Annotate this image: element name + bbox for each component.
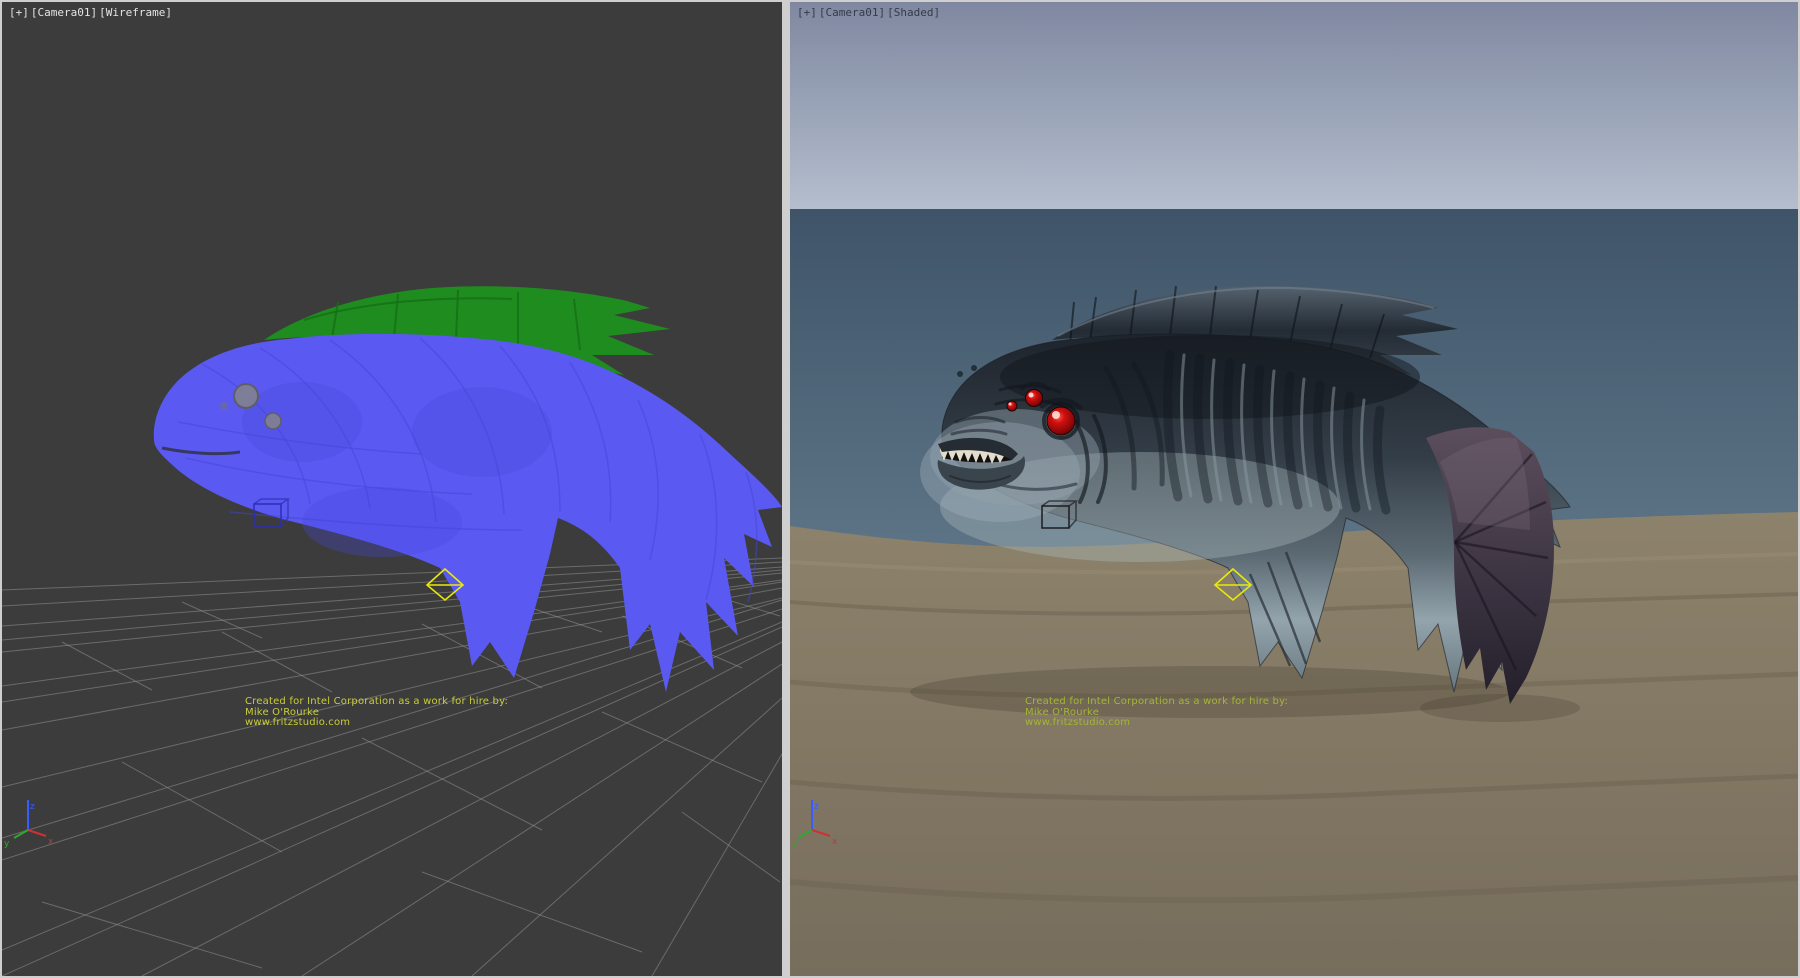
- axis-z-label: z: [814, 802, 819, 812]
- axis-x-label: x: [48, 837, 54, 847]
- fish-eye-large: [1047, 407, 1075, 435]
- viewport-pov-menu[interactable]: [Camera01]: [31, 6, 97, 19]
- watermark: Created for Intel Corporation as a work …: [245, 697, 508, 729]
- axis-z-label: z: [30, 802, 35, 812]
- viewport-wireframe[interactable]: z x y [+] [Camera01] [Wireframe] Created…: [2, 2, 782, 976]
- fish-eye-left-a: [234, 384, 258, 408]
- viewport-shading-menu[interactable]: [Shaded]: [887, 6, 940, 19]
- fish-eye-left-b: [265, 413, 281, 429]
- viewport-general-menu[interactable]: [+]: [9, 6, 29, 19]
- watermark-line1: Created for Intel Corporation as a work …: [245, 697, 508, 708]
- axis-y-label: y: [792, 839, 798, 849]
- axis-y-label: y: [4, 839, 10, 849]
- viewport-general-menu[interactable]: [+]: [797, 6, 817, 19]
- viewport-label-wireframe: [+] [Camera01] [Wireframe]: [9, 6, 172, 19]
- shaded-canvas[interactable]: z x y: [790, 2, 1798, 976]
- watermark-line1: Created for Intel Corporation as a work …: [1025, 697, 1288, 708]
- fish-eye-medium: [1026, 390, 1043, 407]
- sky: [790, 2, 1798, 209]
- viewport-shading-menu[interactable]: [Wireframe]: [99, 6, 172, 19]
- watermark: Created for Intel Corporation as a work …: [1025, 697, 1288, 729]
- watermark-line3: www.fritzstudio.com: [1025, 718, 1288, 729]
- axis-x-label: x: [832, 837, 838, 847]
- viewport-layout: z x y [+] [Camera01] [Wireframe] Created…: [0, 0, 1800, 978]
- viewport-label-shaded: [+] [Camera01] [Shaded]: [797, 6, 940, 19]
- viewport-pov-menu[interactable]: [Camera01]: [819, 6, 885, 19]
- viewport-shaded[interactable]: z x y [+] [Camera01] [Shaded] Created fo…: [790, 2, 1798, 976]
- fish-eye-small: [1007, 401, 1017, 411]
- watermark-line3: www.fritzstudio.com: [245, 718, 508, 729]
- wireframe-canvas[interactable]: z x y: [2, 2, 782, 976]
